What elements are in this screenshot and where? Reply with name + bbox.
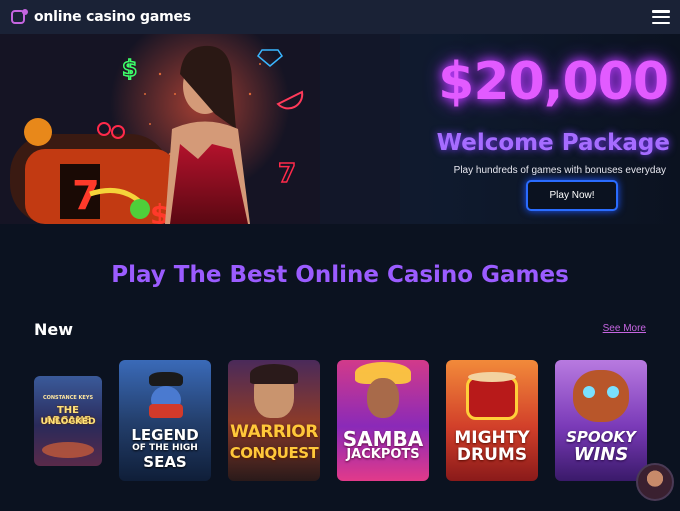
game-card-title-line: CONQUEST — [229, 444, 319, 462]
game-card-title-line: JACKPOTS — [346, 447, 420, 462]
live-chat-avatar[interactable] — [636, 463, 674, 501]
see-more-link[interactable]: See More — [603, 323, 646, 334]
game-card-legend-of-the-high-seas[interactable]: LEGEND OF THE HIGH SEAS — [119, 360, 211, 481]
logo-icon — [11, 9, 28, 24]
svg-text:7: 7 — [278, 159, 296, 189]
game-card-mighty-drums[interactable]: MIGHTY DRUMS — [446, 360, 538, 481]
hero-banner: 7 $ $ 7 $20,000 Welcome Package Play hun… — [0, 34, 680, 224]
hamburger-menu-icon[interactable] — [652, 10, 670, 24]
game-card-spooky-wins[interactable]: SPOOKY WINS — [555, 360, 647, 481]
svg-text:7: 7 — [72, 173, 100, 219]
game-card-title-line: UNLOCKED — [40, 417, 96, 427]
game-card-title-line: DRUMS — [456, 445, 528, 465]
site-header: online casino games — [0, 0, 680, 34]
welcome-package-heading: Welcome Package — [436, 130, 670, 156]
play-now-button[interactable]: Play Now! — [526, 180, 618, 211]
hero-casino-art: 7 $ $ 7 — [0, 34, 400, 224]
game-card-title-line: OF THE HIGH — [132, 443, 198, 453]
game-card-title-line: WARRIOR — [230, 422, 318, 442]
bonus-amount: $20,000 — [438, 52, 669, 112]
hero-subtitle: Play hundreds of games with bonuses ever… — [453, 165, 666, 176]
game-card-warrior-conquest[interactable]: WARRIOR CONQUEST — [228, 360, 320, 481]
svg-text:$: $ — [122, 57, 137, 82]
game-card-small-caption: CONSTANCE KEYS — [42, 395, 94, 401]
new-games-heading: New — [34, 320, 74, 339]
game-card-title-line: WINS — [573, 444, 629, 465]
game-card-title-line: SPOOKY — [566, 428, 636, 446]
game-card-arcane-unlocked[interactable]: CONSTANCE KEYS THE ARCANE UNLOCKED — [34, 376, 102, 466]
game-card-title-line: SEAS — [143, 453, 187, 471]
logo-text: online casino games — [34, 9, 191, 25]
game-card-title-line: LEGEND — [131, 426, 199, 444]
section-heading: Play The Best Online Casino Games — [111, 262, 569, 288]
site-logo[interactable]: online casino games — [10, 8, 191, 26]
game-card-title-line: SAMBA — [342, 427, 424, 451]
game-card-samba-jackpots[interactable]: SAMBA JACKPOTS — [337, 360, 429, 481]
